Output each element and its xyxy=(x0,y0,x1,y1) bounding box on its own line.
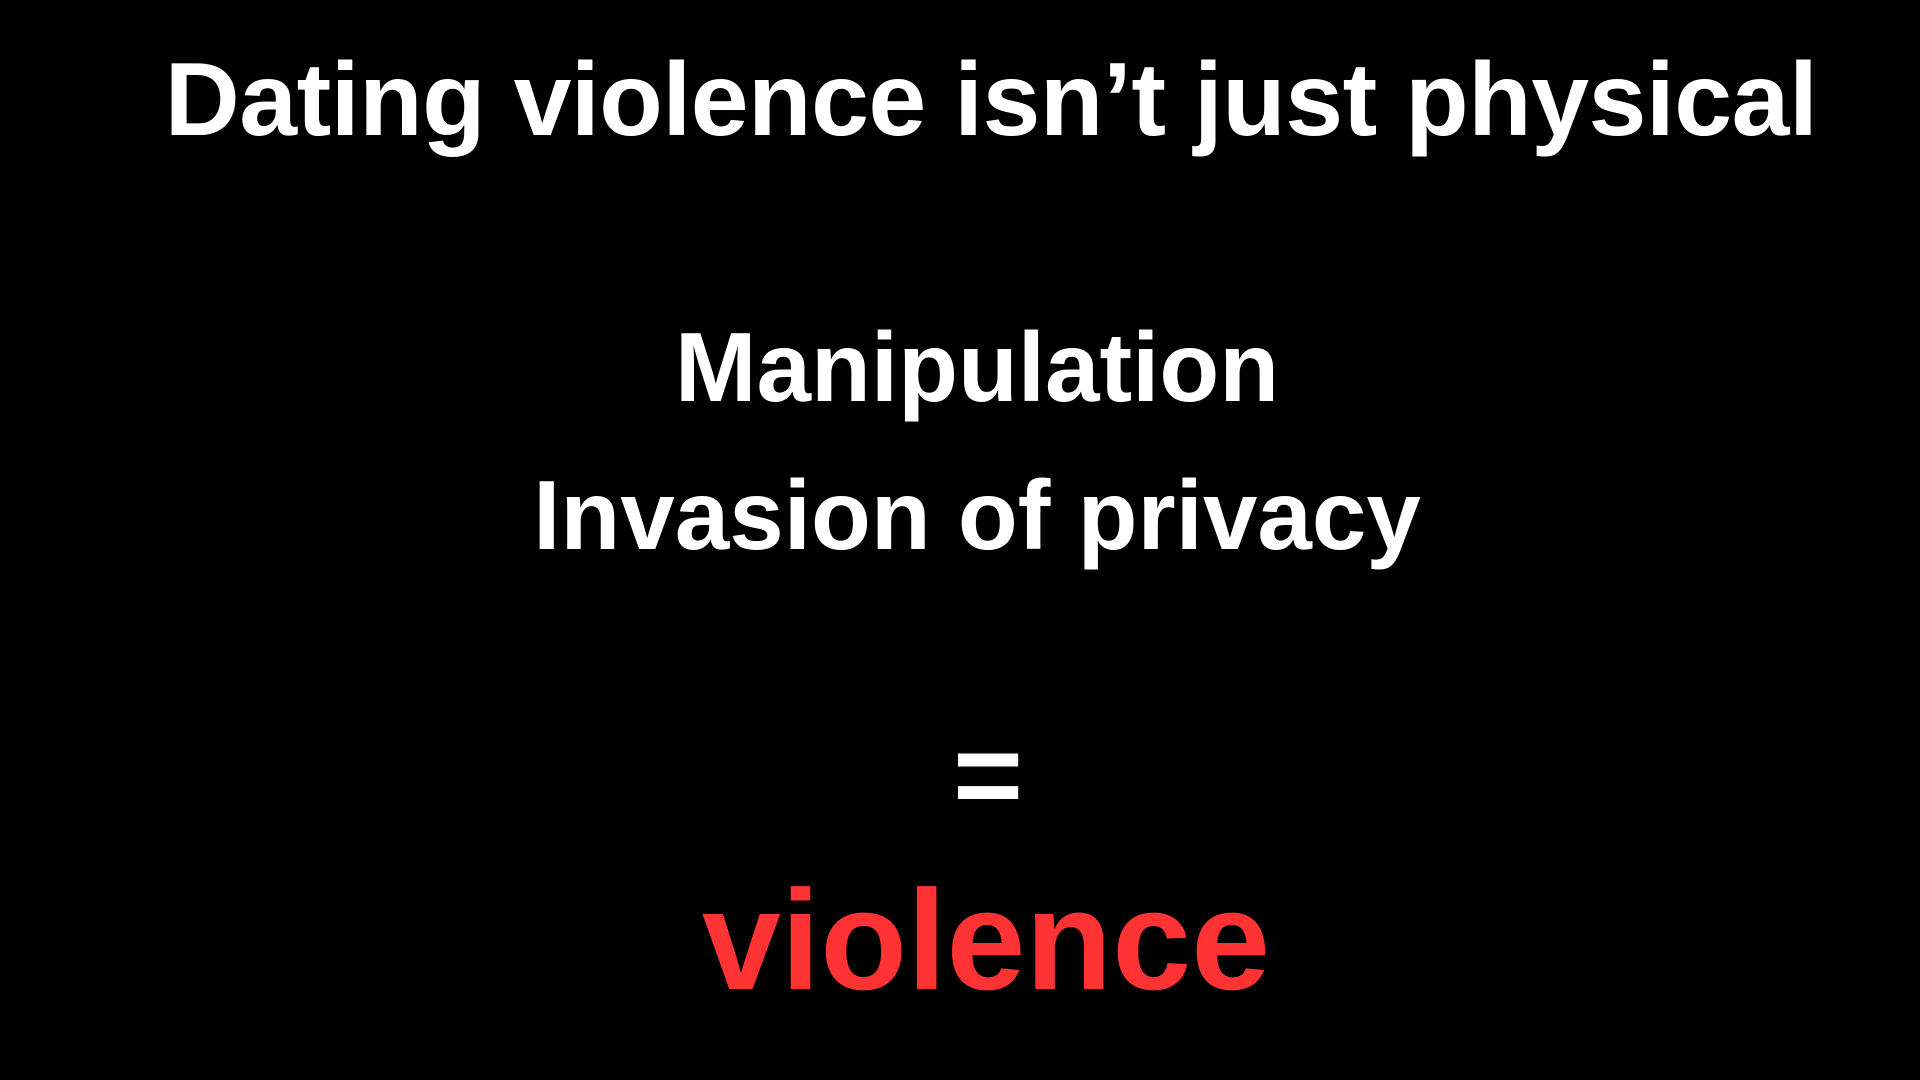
equals-sign: = xyxy=(952,708,1024,842)
list-item-manipulation: Manipulation xyxy=(674,312,1280,422)
slide-title: Dating violence isn’t just physical xyxy=(164,42,1818,158)
list-item-invasion-of-privacy: Invasion of privacy xyxy=(533,460,1421,570)
slide: Dating violence isn’t just physical Mani… xyxy=(0,0,1920,1080)
result-word: violence xyxy=(701,861,1271,1020)
